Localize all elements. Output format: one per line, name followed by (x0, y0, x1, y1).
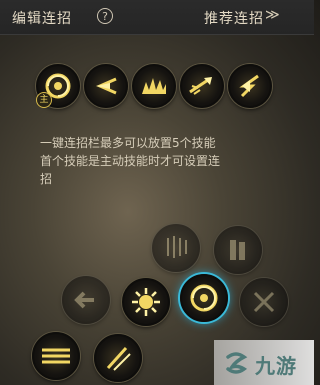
skill-light-slash[interactable] (94, 334, 142, 382)
double-chevron-right-icon[interactable]: ≫ (265, 7, 280, 23)
combo-slot-4[interactable] (180, 64, 224, 108)
description-line-2: 首个技能是主动技能时才可设置连 (40, 154, 221, 168)
combo-description: 一键连招栏最多可以放置5个技能 首个技能是主动技能时才可设置连 招 (40, 134, 270, 188)
skill-cross-strike[interactable] (240, 278, 288, 326)
flame-wave-skill-icon (142, 78, 166, 94)
skill-fire-stripe[interactable] (32, 332, 80, 380)
dash-skill-icon (96, 77, 117, 95)
combo-slot-2[interactable] (84, 64, 128, 108)
lightning-arrow-skill-icon (239, 74, 259, 98)
fire-stripe-skill-icon (42, 348, 70, 364)
watermark-text: 九游 (255, 354, 297, 378)
jiuyou-logo-icon (226, 352, 248, 374)
combo-slot-row: 主 (0, 62, 314, 108)
cross-strike-skill-icon (253, 291, 275, 313)
help-icon[interactable]: ? (97, 8, 113, 24)
fire-arrow-skill-icon (189, 77, 212, 95)
top-bar: 编辑连招 ? 推荐连招 ≫ (0, 0, 314, 35)
recommend-combo-button[interactable]: 推荐连招 (204, 8, 264, 28)
combo-slot-5[interactable] (228, 64, 272, 108)
light-slash-skill-icon (106, 346, 131, 371)
description-line-1: 一键连招栏最多可以放置5个技能 (40, 136, 216, 150)
sword-rain-skill-icon (167, 236, 187, 258)
summon-skill-icon (230, 240, 245, 260)
combo-slot-3[interactable] (132, 64, 176, 108)
radiant-burst-skill-icon (132, 288, 160, 316)
description-line-3: 招 (40, 172, 53, 186)
skill-radiant-burst[interactable] (122, 278, 170, 326)
swirl-skill-icon (190, 284, 218, 312)
skill-sword-rain[interactable] (152, 224, 200, 272)
page-title: 编辑连招 (12, 11, 72, 27)
arrow-left-skill-icon (74, 291, 94, 309)
primary-skill-badge: 主 (36, 92, 52, 108)
skill-back-dash[interactable] (62, 276, 110, 324)
combo-slot-1[interactable]: 主 (36, 64, 80, 108)
skill-summon[interactable] (214, 226, 262, 274)
skill-swirl-selected[interactable] (180, 274, 228, 322)
